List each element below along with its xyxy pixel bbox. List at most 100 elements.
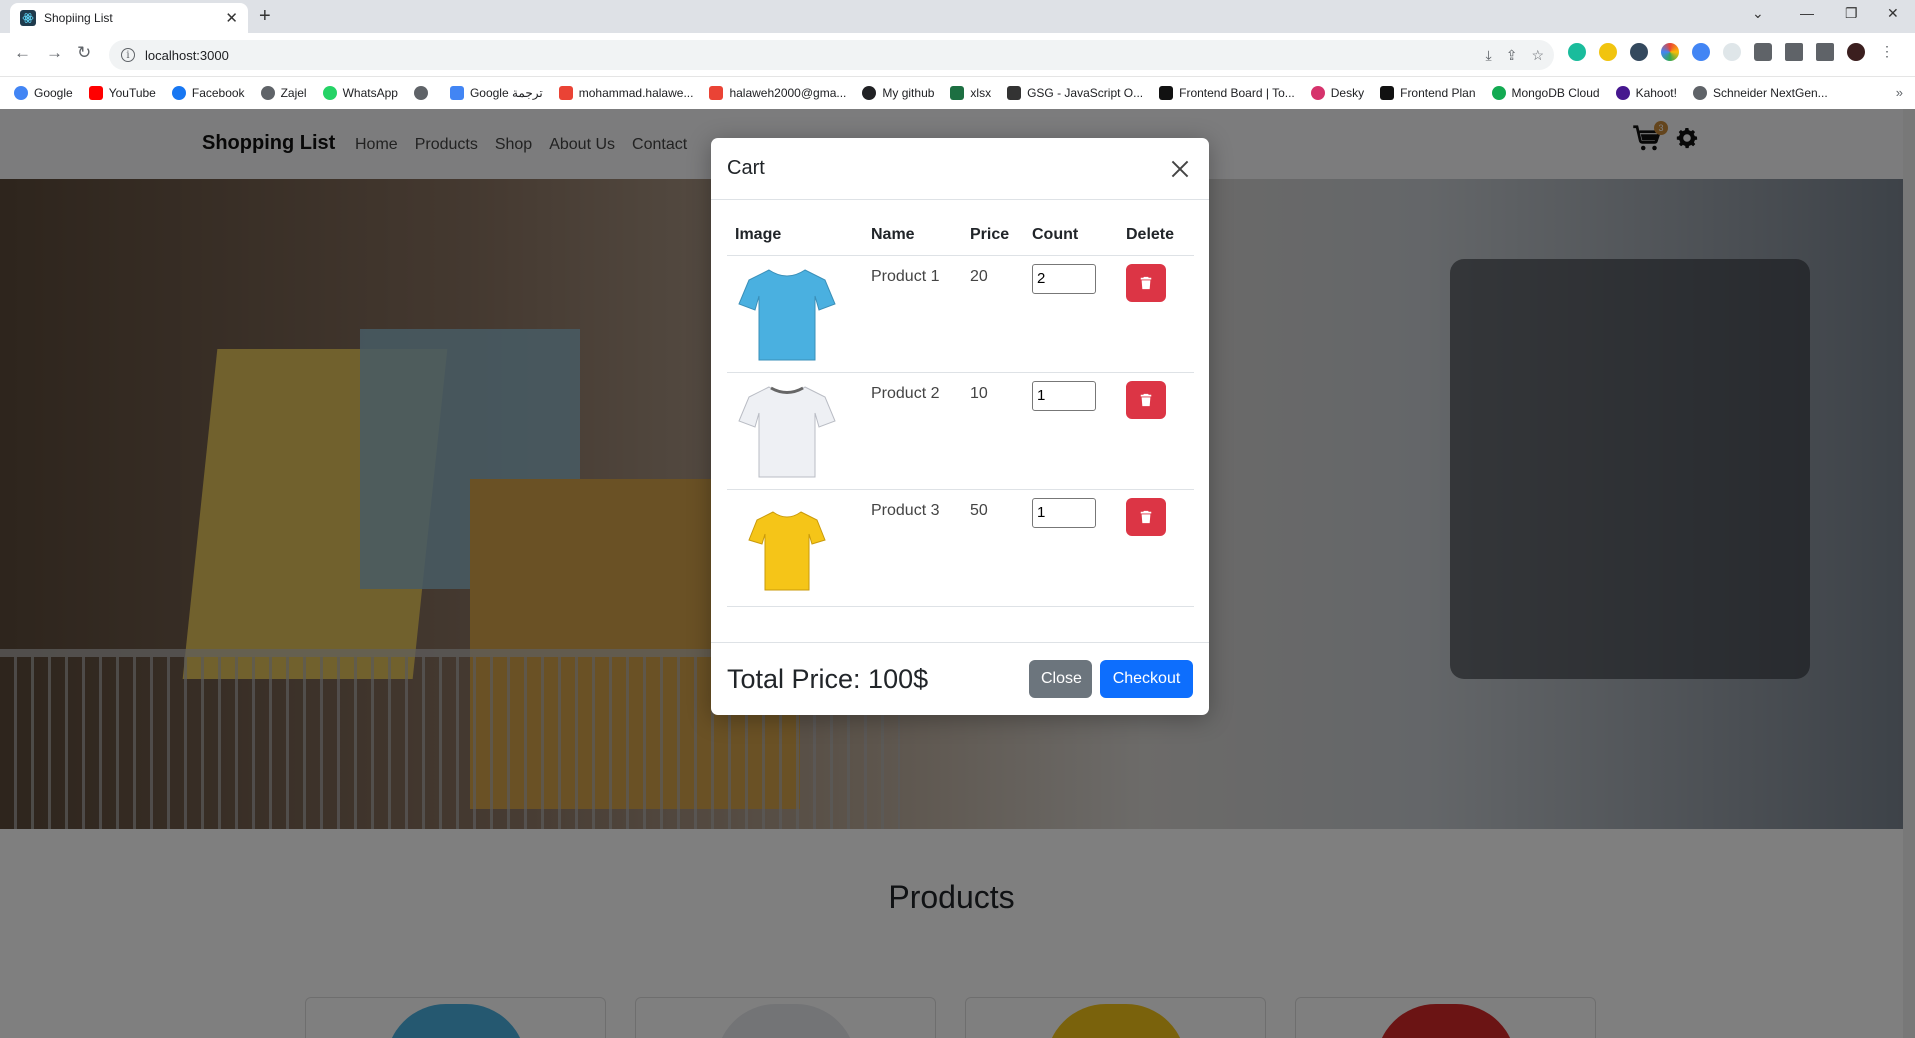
globe-icon — [1692, 86, 1707, 100]
close-window-icon[interactable]: ✕ — [1887, 5, 1899, 22]
product-price: 20 — [962, 255, 1024, 373]
back-icon[interactable]: ← — [14, 43, 31, 63]
tab-search-icon[interactable]: ⌄ — [1752, 5, 1764, 22]
notion-icon — [1159, 86, 1174, 100]
tab-title: Shopiing List — [44, 11, 113, 25]
table-row: Product 2 10 — [727, 372, 1194, 490]
count-input[interactable] — [1032, 380, 1096, 411]
product-image-cell — [727, 372, 863, 490]
bookmark-item[interactable]: Zajel — [260, 86, 307, 100]
bookmark-item[interactable]: Google ترجمة — [449, 86, 543, 100]
share-icon[interactable]: ⇪ — [1506, 47, 1518, 64]
product-image-cell — [727, 255, 863, 373]
browser-tab[interactable]: Shopiing List ✕ — [10, 3, 248, 33]
count-input[interactable] — [1032, 263, 1096, 294]
bookmark-item[interactable]: Facebook — [171, 86, 245, 100]
install-icon[interactable]: ⤓ — [1486, 47, 1492, 64]
bookmark-item[interactable]: WhatsApp — [322, 86, 398, 100]
extension-blue-icon[interactable] — [1692, 43, 1710, 61]
product-name: Product 3 — [863, 489, 962, 607]
modal-body: Image Name Price Count Delete Product 1 … — [711, 200, 1209, 642]
column-header: Image — [727, 216, 863, 256]
delete-button[interactable] — [1126, 497, 1166, 536]
forward-icon[interactable]: → — [46, 43, 63, 63]
bookmark-item[interactable]: mohammad.halawe... — [558, 86, 693, 100]
count-input[interactable] — [1032, 497, 1096, 528]
extension-react-icon[interactable] — [1723, 43, 1741, 61]
address-bar[interactable]: i localhost:3000 ⤓ ⇪ ☆ — [109, 40, 1554, 70]
close-button[interactable]: Close — [1029, 660, 1092, 698]
table-row: Product 1 20 — [727, 255, 1194, 373]
bookmark-item[interactable]: Frontend Plan — [1380, 86, 1476, 100]
bookmark-item[interactable]: MongoDB Cloud — [1491, 86, 1600, 100]
extensions-puzzle-icon[interactable] — [1754, 43, 1772, 61]
globe-icon — [260, 86, 275, 100]
restore-icon[interactable]: ❐ — [1845, 5, 1858, 22]
bookmark-item[interactable]: Schneider NextGen... — [1692, 86, 1828, 100]
new-tab-icon[interactable]: + — [259, 5, 271, 28]
checkout-button[interactable]: Checkout — [1100, 660, 1193, 698]
table-header-row: Image Name Price Count Delete — [727, 216, 1194, 256]
bookmark-item[interactable] — [413, 86, 434, 100]
url-text: localhost:3000 — [145, 47, 229, 63]
bookmarks-bar: Google YouTube Facebook Zajel WhatsApp G… — [0, 77, 1915, 109]
bookmark-item[interactable]: Frontend Board | To... — [1159, 86, 1295, 100]
facebook-icon — [171, 86, 186, 100]
column-header: Name — [863, 216, 962, 256]
bookmark-item[interactable]: GSG - JavaScript O... — [1007, 86, 1143, 100]
product-name: Product 1 — [863, 255, 962, 373]
column-header: Delete — [1118, 216, 1194, 256]
bookmark-item[interactable]: xlsx — [950, 86, 991, 100]
bookmark-item[interactable]: halaweh2000@gma... — [709, 86, 846, 100]
minimize-icon[interactable]: — — [1800, 5, 1814, 21]
bookmark-item[interactable]: YouTube — [88, 86, 156, 100]
delete-button[interactable] — [1126, 380, 1166, 419]
reload-icon[interactable]: ↻ — [77, 43, 91, 63]
site-info-icon[interactable]: i — [121, 48, 135, 62]
desky-icon — [1310, 86, 1325, 100]
trash-icon — [1140, 393, 1152, 406]
globe-icon — [413, 86, 428, 100]
extension-color-icon[interactable] — [1661, 43, 1679, 61]
browser-tab-bar: Shopiing List ✕ + ⌄ — ❐ ✕ — [0, 0, 1915, 33]
mongodb-icon — [1491, 86, 1506, 100]
product-price: 10 — [962, 372, 1024, 490]
bookmark-item[interactable]: Kahoot! — [1615, 86, 1677, 100]
gsg-icon — [1007, 86, 1022, 100]
extension-shield-icon[interactable] — [1568, 43, 1586, 61]
close-icon[interactable] — [1167, 156, 1193, 182]
total-price: Total Price: 100$ — [727, 663, 929, 694]
google-icon — [14, 86, 28, 100]
tshirt-image — [738, 268, 836, 360]
product-name: Product 2 — [863, 372, 962, 490]
table-row: Product 3 50 — [727, 489, 1194, 607]
bookmark-star-icon[interactable]: ☆ — [1531, 47, 1544, 64]
profile-avatar[interactable] — [1847, 43, 1865, 61]
cart-modal: Cart Image Name Price Count Delete Produ… — [711, 138, 1209, 715]
tshirt-image — [748, 510, 826, 590]
trash-icon — [1140, 510, 1152, 523]
browser-menu-icon[interactable]: ⋮ — [1878, 43, 1896, 61]
bookmark-item[interactable]: My github — [862, 86, 934, 100]
bookmark-item[interactable]: Desky — [1310, 86, 1364, 100]
more-bookmarks-icon[interactable]: » — [1896, 85, 1903, 100]
globe-icon — [1615, 86, 1630, 100]
product-image-cell — [727, 489, 863, 607]
youtube-icon — [88, 86, 103, 100]
reading-list-icon[interactable] — [1785, 43, 1803, 61]
extensions-area: ⋮ — [1568, 43, 1896, 61]
column-header: Count — [1024, 216, 1118, 256]
side-panel-icon[interactable] — [1816, 43, 1834, 61]
extension-lens-icon[interactable] — [1630, 43, 1648, 61]
modal-title: Cart — [727, 157, 765, 179]
whatsapp-icon — [322, 86, 337, 100]
github-icon — [862, 86, 877, 100]
cart-table: Image Name Price Count Delete Product 1 … — [727, 216, 1194, 607]
extension-coin-icon[interactable] — [1599, 43, 1617, 61]
tab-close-icon[interactable]: ✕ — [225, 9, 238, 27]
delete-button[interactable] — [1126, 263, 1166, 302]
bookmark-item[interactable]: Google — [14, 86, 73, 100]
trash-icon — [1140, 276, 1152, 289]
excel-icon — [950, 86, 965, 100]
modal-footer: Total Price: 100$ Close Checkout — [711, 642, 1209, 715]
